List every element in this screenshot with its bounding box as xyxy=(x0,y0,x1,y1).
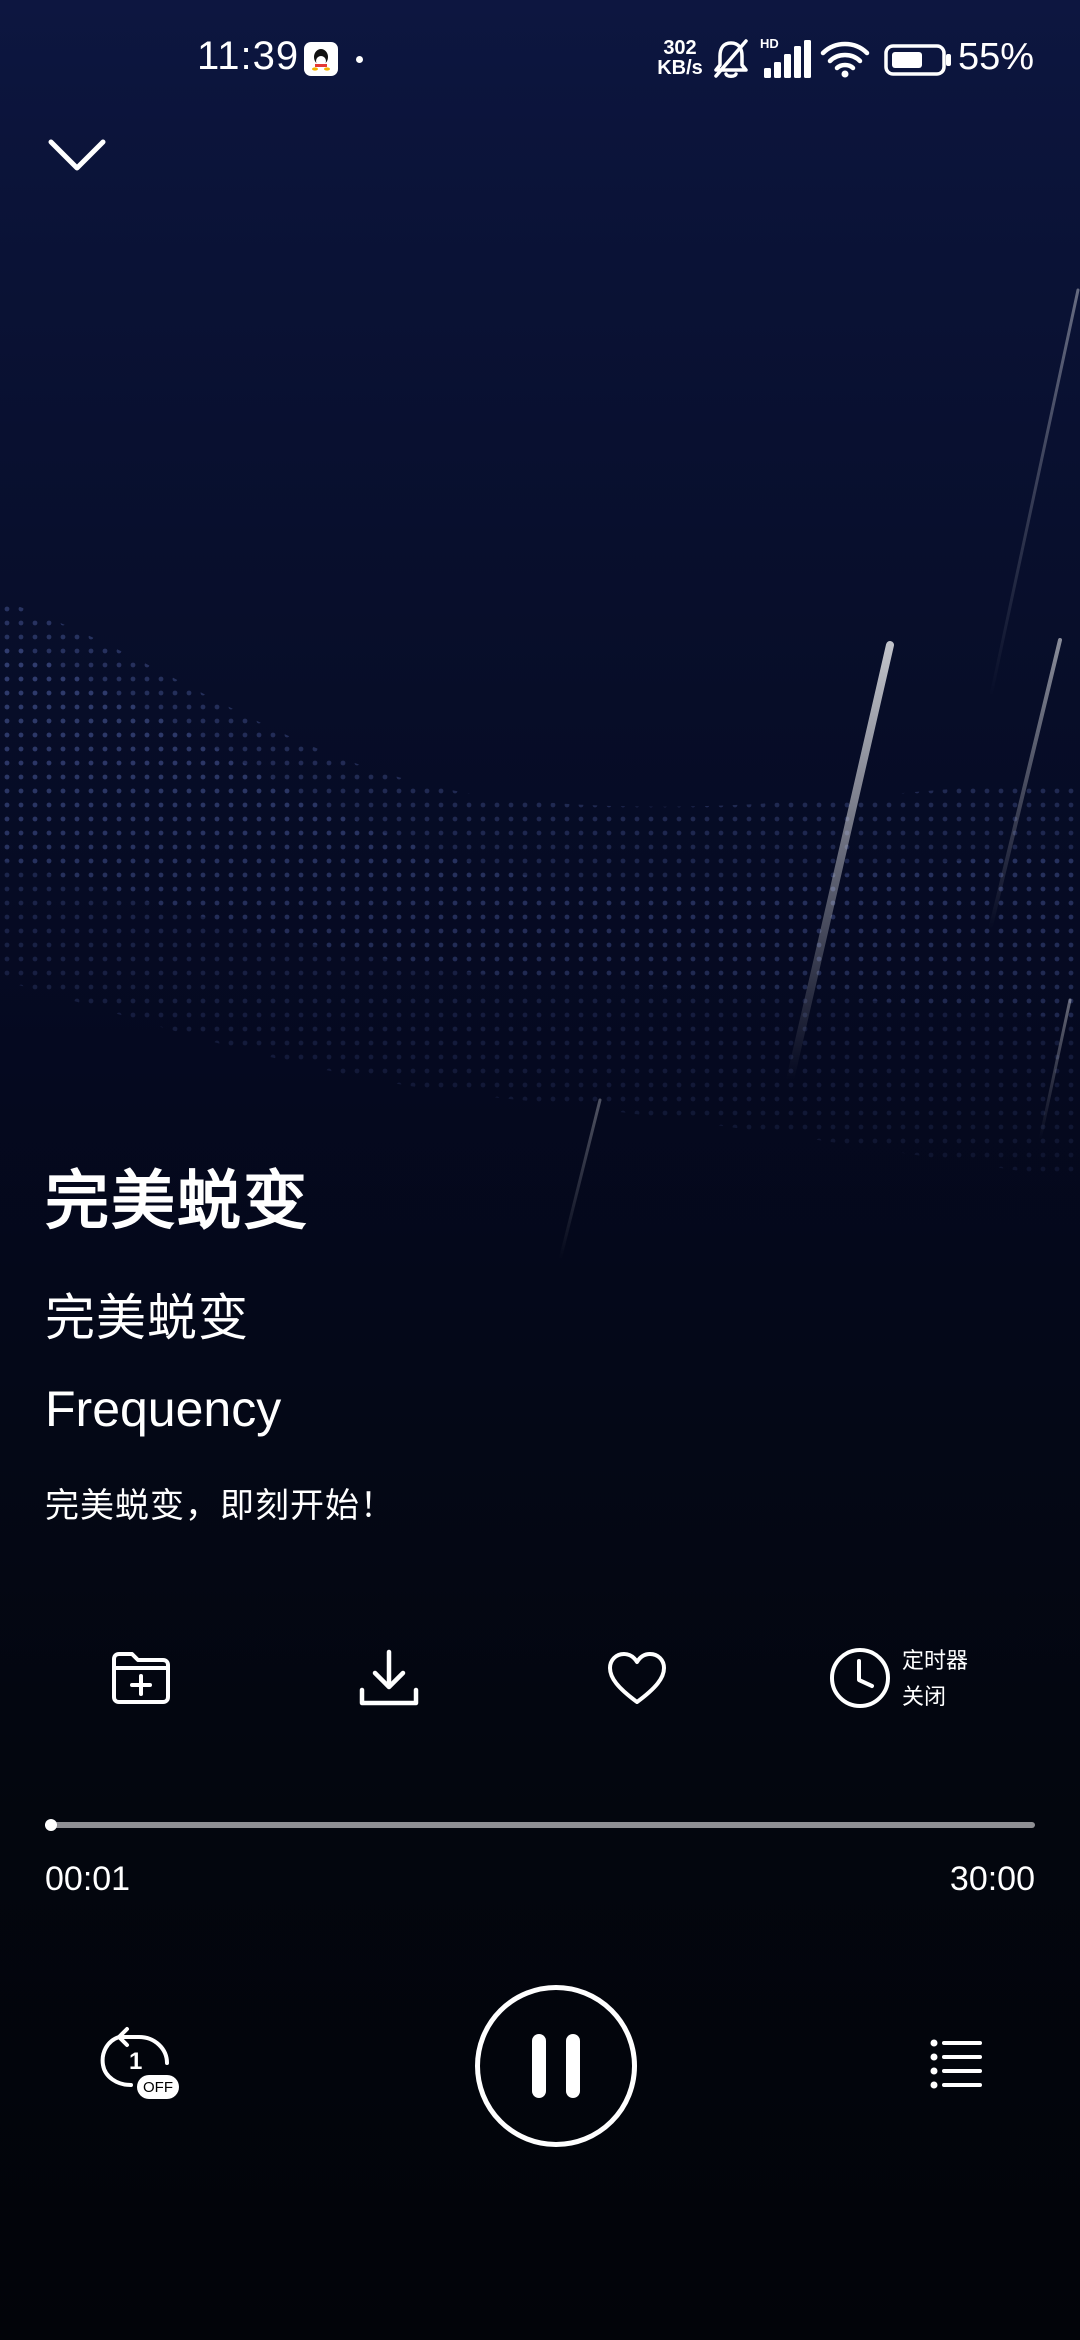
network-speed-unit: KB/s xyxy=(657,57,703,79)
add-to-folder-button[interactable] xyxy=(110,1640,176,1720)
repeat-state: OFF xyxy=(143,2079,173,2096)
sleep-timer-button[interactable]: 定时器 关闭 xyxy=(828,1640,998,1720)
repeat-button[interactable]: 1 OFF xyxy=(95,2025,185,2105)
collapse-button[interactable] xyxy=(40,128,114,188)
pause-button[interactable] xyxy=(475,1985,637,2147)
timer-status: 关闭 xyxy=(902,1685,947,1710)
folder-add-icon xyxy=(110,1649,172,1711)
track-title: 完美蜕变 xyxy=(45,1165,309,1239)
status-bar: 11:39 302 KB/s HD 55% xyxy=(0,0,1080,120)
qq-icon xyxy=(304,42,338,76)
pause-icon xyxy=(532,2034,546,2098)
download-button[interactable] xyxy=(358,1640,424,1720)
download-icon xyxy=(358,1648,420,1712)
playlist-button[interactable] xyxy=(928,2035,984,2091)
signal-hd-label: HD xyxy=(760,36,779,51)
track-description: 完美蜕变，即刻开始！ xyxy=(45,1486,395,1526)
playlist-icon xyxy=(928,2039,984,2095)
heart-icon xyxy=(606,1649,668,1711)
chevron-down-icon xyxy=(47,138,107,178)
repeat-count: 1 xyxy=(129,2048,142,2075)
status-time: 11:39 xyxy=(197,34,300,78)
pause-icon xyxy=(566,2034,580,2098)
playback-controls: 1 OFF xyxy=(0,1985,1080,2150)
timer-labels: 定时器 关闭 xyxy=(902,1644,968,1716)
favorite-button[interactable] xyxy=(606,1640,672,1720)
progress-thumb[interactable] xyxy=(45,1819,57,1831)
clock-icon xyxy=(828,1646,892,1714)
total-time: 30:00 xyxy=(949,1860,1035,1898)
signal-icon: HD xyxy=(760,36,812,84)
network-speed: 302 KB/s xyxy=(652,38,708,78)
progress-slider[interactable] xyxy=(45,1819,1035,1831)
wifi-icon xyxy=(820,40,870,82)
album-name: 完美蜕变 xyxy=(45,1289,249,1347)
player-screen: 11:39 302 KB/s HD 55% 完美蜕变 完美蜕变 Frequenc… xyxy=(0,0,1080,2340)
action-row: 定时器 关闭 xyxy=(0,1640,1080,1720)
timer-label: 定时器 xyxy=(902,1649,969,1674)
battery-percent: 55% xyxy=(958,36,1035,78)
repeat-one-icon: 1 OFF xyxy=(100,2027,179,2099)
current-time: 00:01 xyxy=(45,1860,131,1898)
artist-name[interactable]: Frequency xyxy=(45,1380,281,1438)
network-speed-value: 302 xyxy=(663,37,697,59)
battery-icon xyxy=(884,44,952,80)
mute-bell-icon xyxy=(712,38,750,84)
notification-dot xyxy=(356,56,363,63)
